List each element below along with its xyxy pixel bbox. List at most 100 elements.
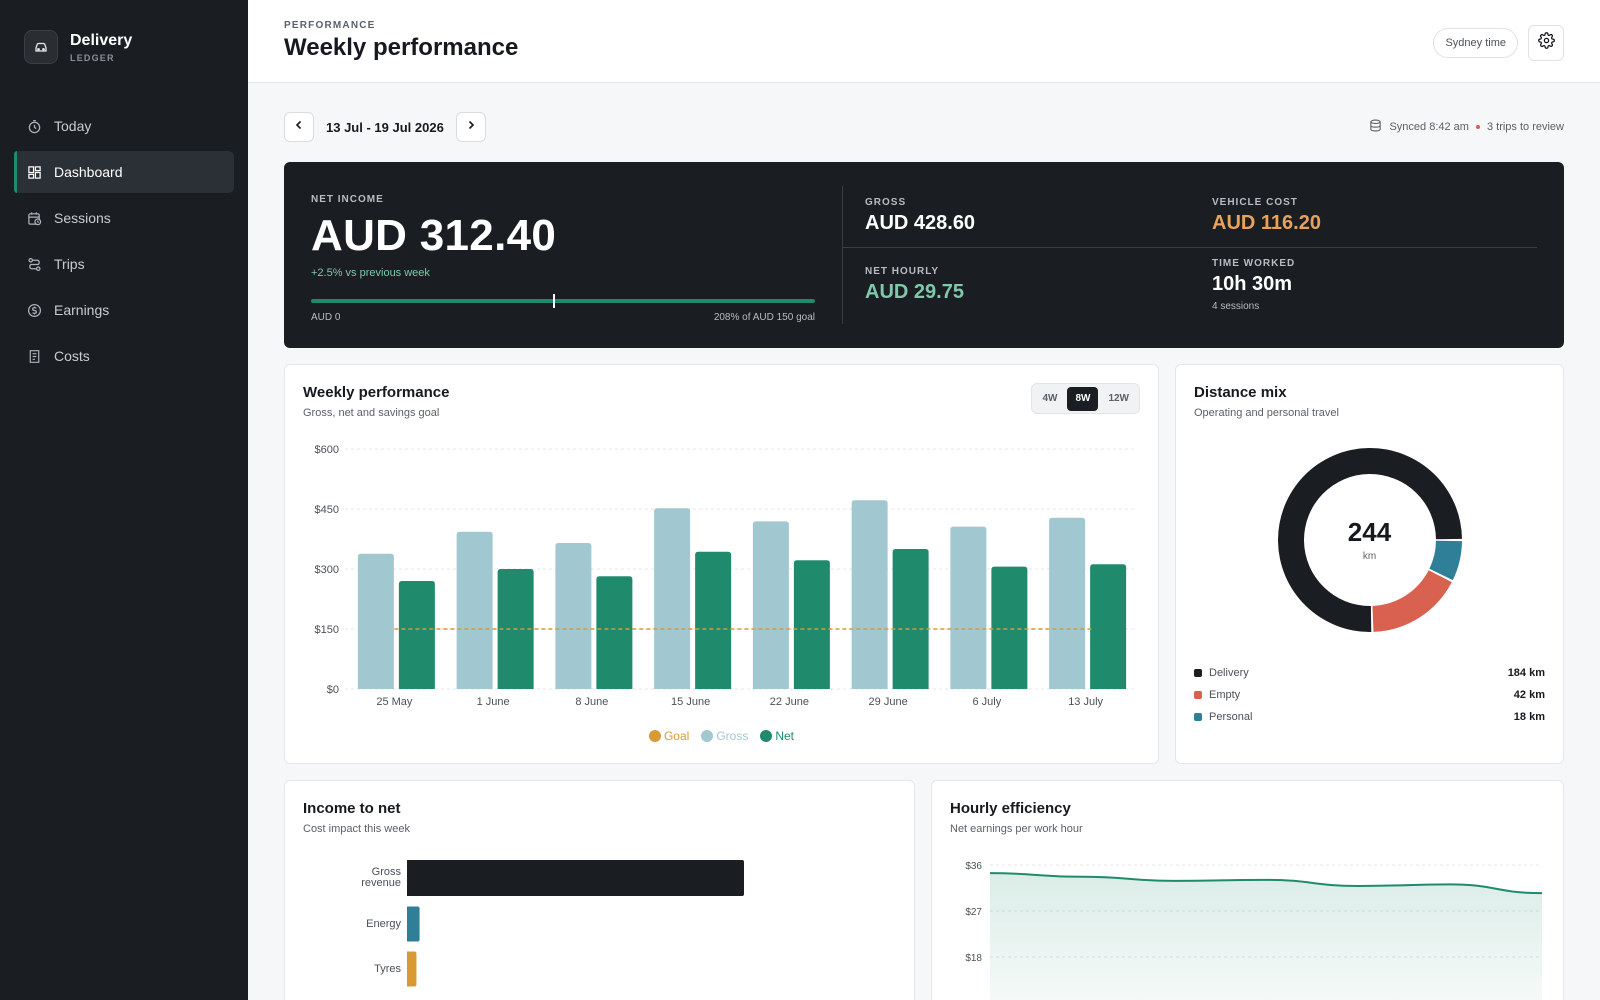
distance-mix-card: Distance mix Operating and personal trav… xyxy=(1175,364,1564,764)
net-income-summary: NET INCOME AUD 312.40 +2.5% vs previous … xyxy=(284,162,1564,348)
page-header: PERFORMANCE Weekly performance Sydney ti… xyxy=(248,0,1600,83)
legend-swatch xyxy=(1194,713,1202,721)
x-tick-label: 22 June xyxy=(770,696,809,708)
sidebar-item-label: Trips xyxy=(54,256,85,272)
sidebar-item-label: Costs xyxy=(54,348,90,364)
card-subtitle: Operating and personal travel xyxy=(1194,407,1339,419)
sidebar-item-trips[interactable]: Trips xyxy=(14,243,234,285)
net-income-change: +2.5% vs previous week xyxy=(311,267,430,279)
previous-week-button[interactable] xyxy=(284,112,314,142)
distance-label: Empty xyxy=(1209,689,1241,701)
legend-gross[interactable]: Gross xyxy=(701,729,748,743)
divider xyxy=(842,186,843,324)
weekly-performance-card: Weekly performance Gross, net and saving… xyxy=(284,364,1159,764)
time-worked-value: 10h 30m xyxy=(1212,273,1293,295)
goal-start-label: AUD 0 xyxy=(311,312,341,323)
timezone-pill[interactable]: Sydney time xyxy=(1433,28,1518,58)
sidebar-item-dashboard[interactable]: Dashboard xyxy=(14,151,234,193)
legend-swatch xyxy=(1194,691,1202,699)
brand[interactable]: Delivery LEDGER xyxy=(24,30,132,64)
sidebar-item-earnings[interactable]: Earnings xyxy=(14,289,234,331)
gear-icon xyxy=(1537,32,1555,54)
net-bar xyxy=(695,551,732,689)
gross-stat: GROSS AUD 428.60 xyxy=(865,197,975,235)
x-tick-label: 1 June xyxy=(477,696,510,708)
distance-value: 18 km xyxy=(1513,711,1545,723)
gross-label: GROSS xyxy=(865,197,907,208)
sidebar-item-label: Dashboard xyxy=(54,164,123,180)
vehicle-cost-value: AUD 116.20 xyxy=(1212,212,1321,234)
divider xyxy=(842,247,1537,248)
chart-legend: Goal Gross Net xyxy=(285,729,1158,743)
net-hourly-value: AUD 29.75 xyxy=(865,281,964,303)
sidebar-item-label: Today xyxy=(54,118,92,134)
gross-bar xyxy=(357,553,394,689)
net-bar xyxy=(1090,564,1127,689)
card-title: Distance mix xyxy=(1194,384,1287,401)
gross-bar xyxy=(950,526,987,689)
trips-to-review-link[interactable]: 3 trips to review xyxy=(1487,121,1564,133)
receipt-icon xyxy=(26,348,42,364)
alert-dot xyxy=(1475,125,1480,129)
brand-name: Delivery xyxy=(70,31,133,49)
legend-swatch xyxy=(701,730,714,742)
weekly-bar-chart: $0 $150 $300 $450 $600 25 May 1 June 8 June 15 J… xyxy=(315,444,1135,708)
page-title: Weekly performance xyxy=(284,34,519,61)
net-bar xyxy=(398,581,435,689)
gross-bar xyxy=(555,543,592,689)
sidebar-nav: Today Dashboard Sessions Trips Earnings … xyxy=(14,105,234,381)
gross-value: AUD 428.60 xyxy=(865,212,976,234)
empty-slice xyxy=(1372,570,1452,632)
gross-bar xyxy=(654,508,691,689)
distance-total: 244 xyxy=(1347,517,1392,547)
net-hourly-stat: NET HOURLY AUD 29.75 xyxy=(865,266,964,304)
settings-button[interactable] xyxy=(1528,25,1564,61)
chevron-left-icon xyxy=(293,118,305,136)
sync-time: Synced 8:42 am xyxy=(1389,121,1469,133)
distance-value: 184 km xyxy=(1507,667,1545,679)
legend-label: Gross xyxy=(716,729,749,743)
x-tick-label: 8 June xyxy=(575,696,608,708)
income-bar xyxy=(407,951,417,987)
stopwatch-icon xyxy=(26,118,42,134)
y-tick-label: $18 xyxy=(965,953,982,964)
hourly-efficiency-area-chart: $36 $27 $18 xyxy=(965,861,1543,1000)
x-tick-label: 25 May xyxy=(376,696,413,708)
x-tick-label: 29 June xyxy=(869,696,908,708)
y-tick-label: $27 xyxy=(965,907,982,918)
sidebar-item-costs[interactable]: Costs xyxy=(14,335,234,377)
gross-bar xyxy=(456,531,493,689)
sidebar-item-today[interactable]: Today xyxy=(14,105,234,147)
income-to-net-card: Income to net Cost impact this week Gros… xyxy=(284,780,915,1000)
net-hourly-label: NET HOURLY xyxy=(865,266,940,277)
legend-label: Net xyxy=(775,729,795,743)
net-income-label: NET INCOME xyxy=(311,194,384,205)
gross-bar xyxy=(1049,517,1086,689)
legend-goal[interactable]: Goal xyxy=(648,729,689,743)
time-worked-stat: TIME WORKED 10h 30m 4 sessions xyxy=(1212,258,1295,312)
dashboard-grid-icon xyxy=(26,164,42,180)
legend-swatch xyxy=(648,730,661,742)
hourly-efficiency-card: Hourly efficiency Net earnings per work … xyxy=(931,780,1564,1000)
vehicle-cost-label: VEHICLE COST xyxy=(1212,197,1298,208)
legend-swatch xyxy=(760,730,773,742)
goal-progress-bar xyxy=(311,294,815,308)
gross-bar xyxy=(752,521,789,689)
net-bar xyxy=(991,566,1028,689)
sidebar-item-sessions[interactable]: Sessions xyxy=(14,197,234,239)
distance-label: Personal xyxy=(1209,711,1253,723)
dollar-coin-icon xyxy=(26,302,42,318)
x-tick-label: 6 July xyxy=(973,696,1002,708)
legend-net[interactable]: Net xyxy=(760,729,794,743)
time-worked-label: TIME WORKED xyxy=(1212,258,1296,269)
sessions-count: 4 sessions xyxy=(1212,301,1260,312)
sync-status: Synced 8:42 am 3 trips to review xyxy=(1369,119,1564,135)
y-tick-label: $300 xyxy=(315,564,339,576)
sidebar-item-label: Sessions xyxy=(54,210,111,226)
net-bar xyxy=(793,560,830,689)
income-bar xyxy=(407,906,420,942)
gross-bar xyxy=(851,500,888,689)
date-range-label[interactable]: 13 Jul - 19 Jul 2026 xyxy=(324,120,446,135)
x-tick-label: 15 June xyxy=(671,696,710,708)
next-week-button[interactable] xyxy=(455,112,486,142)
